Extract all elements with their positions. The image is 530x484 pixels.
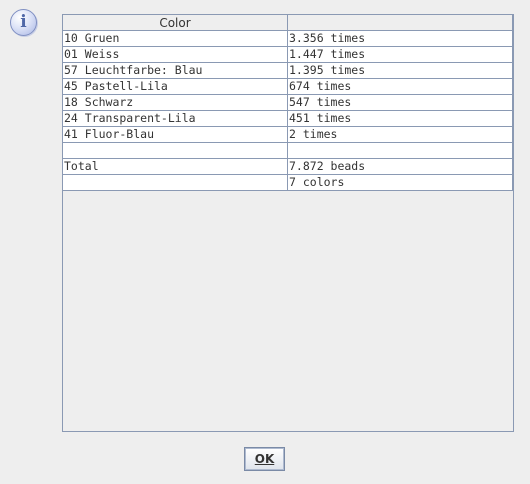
table-row[interactable]: 10 Gruen 3.356 times xyxy=(63,31,513,47)
cell-count: 1.395 times xyxy=(288,63,513,79)
table-row[interactable]: 57 Leuchtfarbe: Blau 1.395 times xyxy=(63,63,513,79)
cell-count: 7 colors xyxy=(288,175,513,191)
cell-count: 1.447 times xyxy=(288,47,513,63)
cell-color-name: 57 Leuchtfarbe: Blau xyxy=(63,63,288,79)
table-row[interactable]: 45 Pastell-Lila 674 times xyxy=(63,79,513,95)
table-row[interactable]: Total 7.872 beads xyxy=(63,159,513,175)
table-row[interactable]: 01 Weiss 1.447 times xyxy=(63,47,513,63)
table-row[interactable]: 18 Schwarz 547 times xyxy=(63,95,513,111)
color-summary-table[interactable]: Color 10 Gruen 3.356 times 01 Weiss 1.447 t… xyxy=(62,14,514,432)
table-row[interactable]: 24 Transparent-Lila 451 times xyxy=(63,111,513,127)
cell-color-name xyxy=(63,175,288,191)
cell-color-name: 18 Schwarz xyxy=(63,95,288,111)
table-row[interactable] xyxy=(63,143,513,159)
column-header-color[interactable]: Color xyxy=(63,15,288,31)
cell-count: 674 times xyxy=(288,79,513,95)
cell-color-name: 24 Transparent-Lila xyxy=(63,111,288,127)
cell-color-name: 45 Pastell-Lila xyxy=(63,79,288,95)
cell-color-name: 10 Gruen xyxy=(63,31,288,47)
cell-color-name xyxy=(63,143,288,159)
table-row[interactable]: 41 Fluor-Blau 2 times xyxy=(63,127,513,143)
info-icon: i xyxy=(10,9,37,36)
info-icon-glyph: i xyxy=(20,12,27,32)
cell-count: 2 times xyxy=(288,127,513,143)
cell-count: 547 times xyxy=(288,95,513,111)
table-row[interactable]: 7 colors xyxy=(63,175,513,191)
cell-color-name: 01 Weiss xyxy=(63,47,288,63)
cell-color-name: 41 Fluor-Blau xyxy=(63,127,288,143)
ok-button[interactable]: OK xyxy=(244,447,285,471)
cell-count xyxy=(288,143,513,159)
table-body: 10 Gruen 3.356 times 01 Weiss 1.447 times 57… xyxy=(63,31,513,191)
table-header: Color xyxy=(63,15,513,31)
cell-count: 7.872 beads xyxy=(288,159,513,175)
cell-count: 451 times xyxy=(288,111,513,127)
cell-count: 3.356 times xyxy=(288,31,513,47)
column-header-count[interactable] xyxy=(288,15,513,31)
cell-color-name: Total xyxy=(63,159,288,175)
